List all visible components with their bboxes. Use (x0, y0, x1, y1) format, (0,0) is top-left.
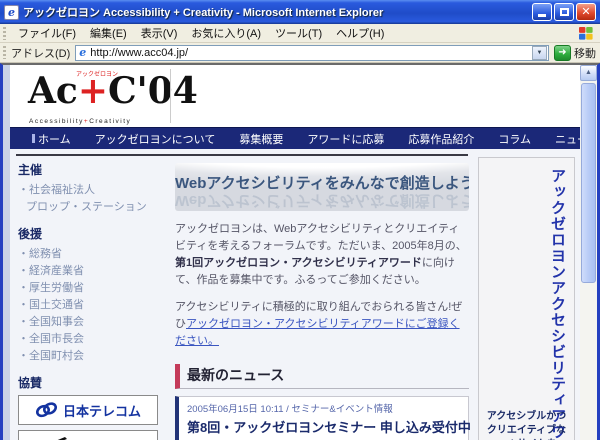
sidebar-heading-sponsor: 協賛 (18, 376, 43, 390)
menu-favorites[interactable]: お気に入り(A) (184, 25, 268, 41)
menu-edit[interactable]: 編集(E) (83, 25, 134, 41)
toolbar-grip (3, 46, 6, 59)
banner-caption: アクセシブルかつ クリエイティブな Webサイトを (486, 411, 567, 440)
nav-home[interactable]: ホーム (20, 131, 83, 147)
window-title: アックゼロヨン Accessibility + Creativity - Mic… (23, 7, 384, 19)
sponsor-anchor-technology[interactable]: ANCHOR TECHNOLOGY (18, 430, 158, 440)
anchor-swoosh-icon (56, 436, 68, 440)
logo-subtitle: Accessibility+Creativity (29, 118, 132, 125)
address-dropdown-button[interactable]: ▼ (532, 45, 547, 60)
nav-apply[interactable]: アワードに応募 (295, 131, 396, 147)
web-page: アックゼロヨン Ac+C'04 Accessibility+Creativity… (3, 65, 583, 440)
ie-favicon: e (79, 45, 87, 59)
sidebar-link-prop-station[interactable]: ・社会福祉法人 プロップ・ステーション (18, 182, 168, 216)
news-section-heading: 最新のニュース (175, 364, 469, 389)
award-register-link[interactable]: アックゼロヨン・アクセシビリティアワードにご登録ください。 (175, 318, 460, 347)
logo-main-text: Ac+C'04 (28, 70, 198, 112)
page-body: 主催 ・社会福祉法人 プロップ・ステーション 後援 ・総務省 ・経済産業省 ・厚… (10, 149, 583, 440)
news-title-link[interactable]: 第8回・アックゼロヨンセミナー 申し込み受付中 (187, 417, 471, 436)
sidebar-heading-organizer: 主催 (18, 163, 43, 177)
go-button-label[interactable]: 移動 (574, 45, 596, 61)
sidebar-link-kokudo[interactable]: ・国土交通省 (18, 297, 168, 314)
address-url: http://www.acc04.jp/ (90, 46, 189, 59)
menu-help[interactable]: ヘルプ(H) (329, 25, 391, 41)
title-bar: e アックゼロヨン Accessibility + Creativity - M… (0, 0, 600, 24)
vertical-text-block: アックゼロヨン アクセシビリティアワード 作品募集中 (531, 168, 570, 440)
main-column: Webアクセシビリティをみんなで創造しよう! Webアクセシビリティをみんなで創… (175, 163, 471, 440)
chain-link-icon (35, 402, 57, 418)
scrollbar-thumb[interactable] (581, 83, 596, 283)
nav-column[interactable]: コラム (486, 131, 543, 147)
site-header: アックゼロヨン Ac+C'04 Accessibility+Creativity (10, 65, 583, 127)
sidebar-heading-support: 後援 (18, 227, 43, 241)
nav-news[interactable]: ニュース (543, 131, 583, 147)
news-category: セミナー&イベント情報 (291, 404, 393, 415)
intro-paragraph: アックゼロヨンは、Webアクセシビリティとクリエイティビティを考えるフォーラムで… (175, 223, 467, 286)
address-label: アドレス(D) (11, 47, 71, 60)
scroll-up-arrow[interactable]: ▲ (580, 65, 597, 81)
award-vertical-banner[interactable]: アックゼロヨン アクセシビリティアワード 作品募集中 アクセシブルかつ クリエイ… (478, 157, 575, 440)
sidebar: 主催 ・社会福祉法人 プロップ・ステーション 後援 ・総務省 ・経済産業省 ・厚… (18, 161, 168, 440)
catchcopy-reflection: Webアクセシビリティをみんなで創造しよう! (175, 192, 469, 209)
sidebar-link-keizai[interactable]: ・経済産業省 (18, 263, 168, 280)
toolbar-grip (3, 26, 6, 40)
nav-outline[interactable]: 募集概要 (227, 131, 295, 147)
nav-about[interactable]: アックゼロヨンについて (83, 131, 228, 147)
site-logo[interactable]: アックゼロヨン Ac+C'04 Accessibility+Creativity (28, 69, 198, 125)
menu-bar: ファイル(F) 編集(E) 表示(V) お気に入り(A) ツール(T) ヘルプ(… (0, 24, 600, 43)
vertical-line-1: アックゼロヨン (549, 168, 566, 280)
sidebar-link-kousei[interactable]: ・厚生労働省 (18, 280, 168, 297)
news-item: 2005年06月15日 10:11 / セミナー&イベント情報 第8回・アックゼ… (175, 396, 471, 440)
menu-view[interactable]: 表示(V) (134, 25, 185, 41)
go-button-icon[interactable]: ➜ (554, 44, 571, 61)
call-paragraph: アクセシビリティに積極的に取り組んでおられる皆さん!ぜひアックゼロヨン・アクセシ… (175, 301, 463, 347)
browser-window: e アックゼロヨン Accessibility + Creativity - M… (0, 0, 600, 440)
menu-tools[interactable]: ツール(T) (268, 25, 329, 41)
address-input[interactable]: e http://www.acc04.jp/ ▼ (75, 44, 549, 61)
nav-entries[interactable]: 応募作品紹介 (396, 131, 486, 147)
close-button[interactable]: ✕ (576, 3, 596, 21)
menu-file[interactable]: ファイル(F) (11, 25, 83, 41)
sidebar-link-soumu[interactable]: ・総務省 (18, 246, 168, 263)
top-rule (16, 154, 468, 156)
browser-viewport: アックゼロヨン Ac+C'04 Accessibility+Creativity… (0, 63, 600, 440)
minimize-button[interactable] (532, 3, 552, 21)
vertical-scrollbar[interactable]: ▲ (580, 65, 597, 440)
header-divider (170, 69, 171, 123)
ie-page-icon: e (4, 4, 19, 20)
sidebar-link-shichou[interactable]: ・全国市長会 (18, 331, 168, 348)
sidebar-link-chiji[interactable]: ・全国知事会 (18, 314, 168, 331)
main-nav: ホーム アックゼロヨンについて 募集概要 アワードに応募 応募作品紹介 コラム … (10, 127, 583, 149)
maximize-button[interactable] (554, 3, 574, 21)
news-date-line: 2005年06月15日 10:11 / セミナー&イベント情報 (187, 404, 393, 415)
sidebar-link-chouson[interactable]: ・全国町村会 (18, 348, 168, 365)
home-marker-icon (32, 134, 35, 143)
windows-logo-icon (576, 24, 596, 42)
catchcopy-text: Webアクセシビリティをみんなで創造しよう! (175, 175, 469, 192)
address-bar: アドレス(D) e http://www.acc04.jp/ ▼ ➜ 移動 (0, 43, 600, 63)
sponsor-japan-telecom[interactable]: 日本テレコム (18, 395, 158, 425)
catchcopy-banner: Webアクセシビリティをみんなで創造しよう! Webアクセシビリティをみんなで創… (175, 163, 469, 211)
